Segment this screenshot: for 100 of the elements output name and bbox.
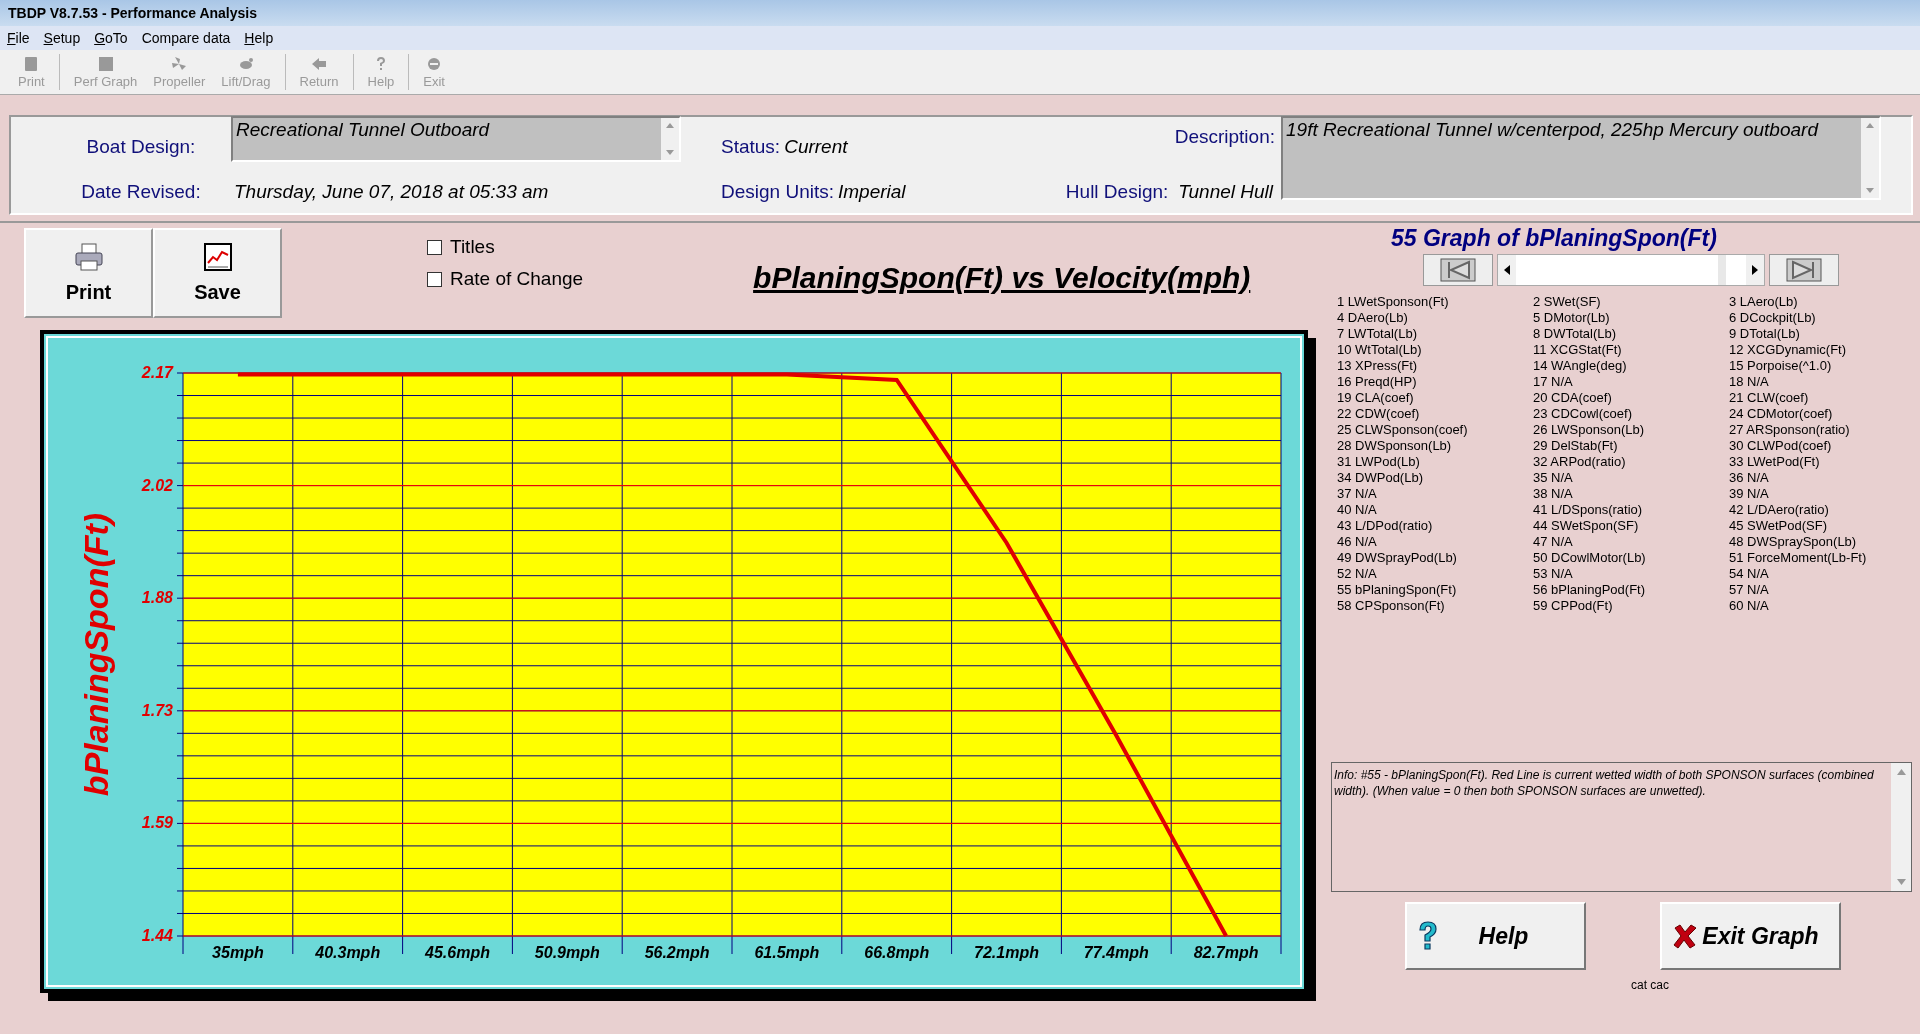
parameter-item[interactable]: 6 DCockpit(Lb) — [1729, 310, 1912, 326]
checkbox[interactable]: Rate of Change — [427, 268, 584, 290]
field-label: Boat Design: — [85, 136, 197, 158]
parameter-item[interactable]: 53 N/A — [1533, 566, 1729, 582]
menu-item[interactable]: Compare data — [141, 30, 231, 46]
checkbox[interactable]: Titles — [427, 236, 584, 258]
parameter-item[interactable]: 38 N/A — [1533, 486, 1729, 502]
exit-graph-button[interactable]: Exit Graph — [1660, 902, 1841, 970]
parameter-item[interactable]: 5 DMotor(Lb) — [1533, 310, 1729, 326]
down-arrow-icon — [666, 150, 674, 155]
parameter-item[interactable]: 15 Porpoise(^1.0) — [1729, 358, 1912, 374]
parameter-item[interactable]: 27 ARSponson(ratio) — [1729, 422, 1912, 438]
help-button[interactable]: Help — [1405, 902, 1586, 970]
parameter-item[interactable]: 8 DWTotal(Lb) — [1533, 326, 1729, 342]
parameter-item[interactable]: 36 N/A — [1729, 470, 1912, 486]
parameter-item[interactable]: 42 L/DAero(ratio) — [1729, 502, 1912, 518]
menu-item[interactable]: GoTo — [94, 30, 128, 46]
parameter-item[interactable]: 18 N/A — [1729, 374, 1912, 390]
chart-icon — [203, 242, 232, 271]
parameter-item[interactable]: 25 CLWSponson(coef) — [1337, 422, 1533, 438]
menu-item[interactable]: Setup — [43, 30, 81, 46]
parameter-item[interactable]: 9 DTotal(Lb) — [1729, 326, 1912, 342]
parameter-item[interactable]: 2 SWet(SF) — [1533, 294, 1729, 310]
parameter-item[interactable]: 16 Preqd(HP) — [1337, 374, 1533, 390]
scrollbar[interactable] — [1891, 763, 1911, 891]
parameter-item[interactable]: 33 LWetPod(Ft) — [1729, 454, 1912, 470]
menu-item[interactable]: File — [7, 30, 30, 46]
parameter-item[interactable]: 19 CLA(coef) — [1337, 390, 1533, 406]
parameter-item[interactable]: 43 L/DPod(ratio) — [1337, 518, 1533, 534]
parameter-item[interactable]: 22 CDW(coef) — [1337, 406, 1533, 422]
x-tick-label: 61.5mph — [754, 944, 820, 961]
parameter-item[interactable]: 48 DWSpraySpon(Lb) — [1729, 534, 1912, 550]
parameter-item[interactable]: 24 CDMotor(coef) — [1729, 406, 1912, 422]
save-button[interactable]: Save — [153, 228, 282, 318]
propeller-icon — [171, 55, 188, 72]
x-tick-label: 45.6mph — [425, 944, 490, 961]
parameter-item[interactable]: 31 LWPod(Lb) — [1337, 454, 1533, 470]
parameter-item[interactable]: 51 ForceMoment(Lb-Ft) — [1729, 550, 1912, 566]
parameter-item[interactable]: 13 XPress(Ft) — [1337, 358, 1533, 374]
parameter-item[interactable]: 34 DWPod(Lb) — [1337, 470, 1533, 486]
field-value: Tunnel Hull — [1178, 181, 1273, 203]
x-tick-label: 72.1mph — [974, 944, 1039, 961]
parameter-item[interactable]: 50 DCowlMotor(Lb) — [1533, 550, 1729, 566]
parameter-item[interactable]: 37 N/A — [1337, 486, 1533, 502]
skip-first-icon — [1440, 258, 1476, 282]
parameter-item[interactable]: 17 N/A — [1533, 374, 1729, 390]
parameter-item[interactable]: 47 N/A — [1533, 534, 1729, 550]
boat-design-field: Recreational Tunnel Outboard — [231, 116, 681, 162]
parameter-item[interactable]: 11 XCGStat(Ft) — [1533, 342, 1729, 358]
parameter-item[interactable]: 20 CDA(coef) — [1533, 390, 1729, 406]
print-button[interactable]: Print — [24, 228, 153, 318]
parameter-item[interactable]: 44 SWetSpon(SF) — [1533, 518, 1729, 534]
parameter-item[interactable]: 57 N/A — [1729, 582, 1912, 598]
parameter-item[interactable]: 7 LWTotal(Lb) — [1337, 326, 1533, 342]
parameter-item[interactable]: 10 WtTotal(Lb) — [1337, 342, 1533, 358]
parameter-item[interactable]: 59 CPPod(Ft) — [1533, 598, 1729, 614]
graph-scrollbar[interactable] — [1497, 254, 1765, 286]
last-graph-button[interactable] — [1769, 254, 1839, 286]
parameter-item[interactable]: 40 N/A — [1337, 502, 1533, 518]
skip-last-icon — [1786, 258, 1822, 282]
parameter-item[interactable]: 56 bPlaningPod(Ft) — [1533, 582, 1729, 598]
scroll-thumb[interactable] — [1718, 255, 1726, 285]
parameter-item[interactable]: 26 LWSponson(Lb) — [1533, 422, 1729, 438]
parameter-item[interactable]: 39 N/A — [1729, 486, 1912, 502]
parameter-item[interactable]: 58 CPSponson(Ft) — [1337, 598, 1533, 614]
scrollbar[interactable] — [1861, 118, 1879, 198]
up-arrow-icon — [1866, 123, 1874, 128]
parameter-item[interactable]: 3 LAero(Lb) — [1729, 294, 1912, 310]
parameter-item[interactable]: 46 N/A — [1337, 534, 1533, 550]
first-graph-button[interactable] — [1423, 254, 1493, 286]
parameter-item[interactable]: 12 XCGDynamic(Ft) — [1729, 342, 1912, 358]
parameter-item[interactable]: 60 N/A — [1729, 598, 1912, 614]
parameter-item[interactable]: 41 L/DSpons(ratio) — [1533, 502, 1729, 518]
scrollbar[interactable] — [661, 118, 679, 160]
y-tick-label: 1.59 — [141, 814, 173, 832]
parameter-item[interactable]: 21 CLW(coef) — [1729, 390, 1912, 406]
x-tick-label: 40.3mph — [315, 944, 381, 961]
parameter-item[interactable]: 55 bPlaningSpon(Ft) — [1337, 582, 1533, 598]
menu-item[interactable]: Help — [244, 30, 274, 46]
x-tick-label: 50.9mph — [534, 944, 600, 961]
y-tick-label: 1.44 — [141, 927, 173, 944]
parameter-item[interactable]: 45 SWetPod(SF) — [1729, 518, 1912, 534]
parameter-item[interactable]: 23 CDCowl(coef) — [1533, 406, 1729, 422]
parameter-item[interactable]: 14 WAngle(deg) — [1533, 358, 1729, 374]
chart-title: bPlaningSpon(Ft) vs Velocity(mph) — [753, 261, 1251, 295]
parameter-item[interactable]: 30 CLWPod(coef) — [1729, 438, 1912, 454]
field-label: Status: — [721, 136, 781, 158]
parameter-item[interactable]: 35 N/A — [1533, 470, 1729, 486]
parameter-item[interactable]: 4 DAero(Lb) — [1337, 310, 1533, 326]
description-field: 19ft Recreational Tunnel w/centerpod, 225hp Mercury outboard — [1281, 116, 1881, 200]
parameter-item[interactable]: 54 N/A — [1729, 566, 1912, 582]
parameter-item[interactable]: 1 LWetSponson(Ft) — [1337, 294, 1533, 310]
no-entry-icon — [426, 55, 443, 72]
parameter-item[interactable]: 29 DelStab(Ft) — [1533, 438, 1729, 454]
parameter-item[interactable]: 28 DWSponson(Lb) — [1337, 438, 1533, 454]
graph-title: 55 Graph of bPlaningSpon(Ft) — [1391, 225, 1717, 252]
parameter-item[interactable]: 52 N/A — [1337, 566, 1533, 582]
parameter-item[interactable]: 32 ARPod(ratio) — [1533, 454, 1729, 470]
parameter-item[interactable]: 49 DWSprayPod(Lb) — [1337, 550, 1533, 566]
printer-icon — [73, 242, 104, 271]
